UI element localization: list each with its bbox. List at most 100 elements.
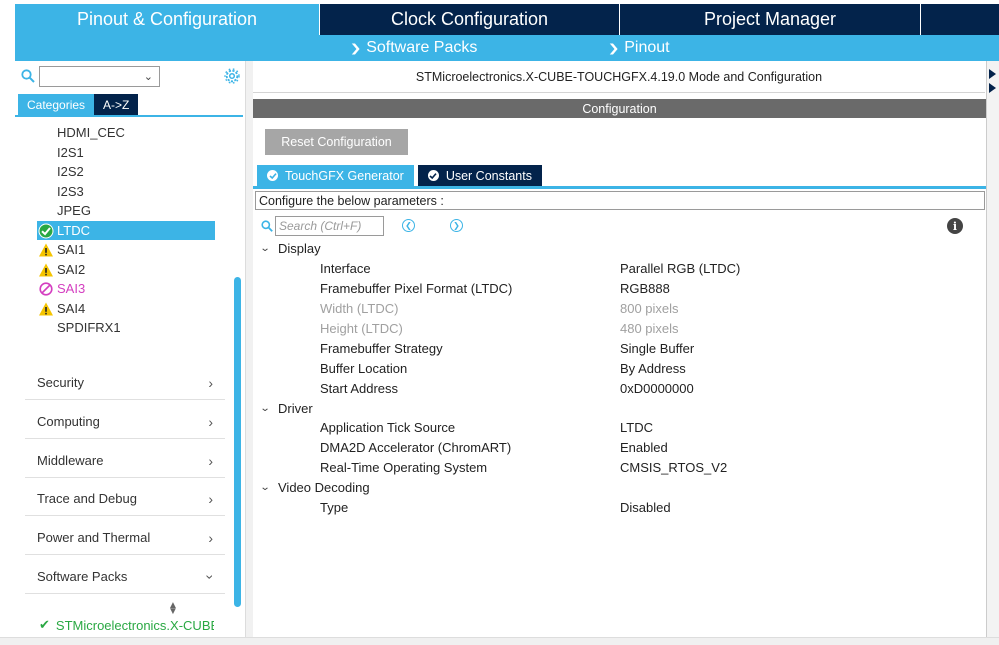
category-trace-and-debug[interactable]: Trace and Debug › xyxy=(25,482,225,516)
peripheral-label: SAI2 xyxy=(57,261,86,277)
software-packs-label: Software Packs xyxy=(366,39,478,56)
panel-splitter[interactable] xyxy=(245,61,253,637)
peripheral-item[interactable]: SPDIFRX1 xyxy=(37,318,215,338)
right-panel-edge xyxy=(986,61,999,637)
peripheral-item[interactable]: SAI3 xyxy=(37,279,215,299)
category-label: Middleware xyxy=(37,453,104,468)
parameter-group[interactable]: ⌄ Video Decoding xyxy=(253,478,986,498)
chevron-down-icon: › xyxy=(202,574,219,579)
tab-a-to-z[interactable]: A->Z xyxy=(94,94,139,115)
gear-icon[interactable] xyxy=(223,67,241,85)
category-label: Power and Thermal xyxy=(37,530,151,545)
previous-match-icon[interactable]: ❮ xyxy=(402,219,415,232)
parameter-value[interactable]: Single Buffer xyxy=(620,341,694,356)
tab-categories[interactable]: Categories xyxy=(18,94,95,115)
parameter-row[interactable]: Framebuffer Pixel Format (LTDC) RGB888 xyxy=(253,279,986,299)
parameter-name: Height (LTDC) xyxy=(320,321,403,336)
parameter-tree: ⌄ Display Interface Parallel RGB (LTDC) Fram… xyxy=(253,239,986,517)
peripheral-item[interactable]: I2S3 xyxy=(37,182,215,202)
next-match-icon[interactable]: ❯ xyxy=(450,219,463,232)
tab-pinout-configuration[interactable]: Pinout & Configuration xyxy=(15,4,319,35)
peripheral-item[interactable]: SAI4 xyxy=(37,299,215,319)
peripheral-item[interactable]: I2S2 xyxy=(37,162,215,182)
parameter-row[interactable]: Interface Parallel RGB (LTDC) xyxy=(253,259,986,279)
info-icon[interactable]: i xyxy=(947,218,963,234)
parameter-row[interactable]: Type Disabled xyxy=(253,498,986,518)
expand-arrow-icon[interactable] xyxy=(989,69,996,79)
parameter-value[interactable]: Enabled xyxy=(620,440,668,455)
peripheral-label: HDMI_CEC xyxy=(57,125,125,141)
tab-touchgfx-generator[interactable]: TouchGFX Generator xyxy=(257,165,414,186)
parameter-value[interactable]: Parallel RGB (LTDC) xyxy=(620,261,740,276)
chevron-down-icon: ❯ xyxy=(349,42,362,55)
parameter-value[interactable]: CMSIS_RTOS_V2 xyxy=(620,460,727,475)
peripheral-item[interactable]: I2S1 xyxy=(37,143,215,163)
parameter-name: DMA2D Accelerator (ChromART) xyxy=(320,440,512,456)
parameter-row: Height (LTDC) 480 pixels xyxy=(253,319,986,339)
chevron-down-icon[interactable]: ⌄ xyxy=(260,403,281,414)
parameter-row[interactable]: Buffer Location By Address xyxy=(253,358,986,378)
parameter-name: Framebuffer Strategy xyxy=(320,340,443,356)
tab-extra[interactable] xyxy=(921,4,999,35)
parameter-row[interactable]: DMA2D Accelerator (ChromART) Enabled xyxy=(253,438,986,458)
parameter-row[interactable]: Real-Time Operating System CMSIS_RTOS_V2 xyxy=(253,458,986,478)
parameter-search-input[interactable] xyxy=(275,216,384,236)
parameter-row[interactable]: Start Address 0xD0000000 xyxy=(253,378,986,398)
group-label: Driver xyxy=(278,400,313,416)
search-combo-box[interactable]: ⌄ xyxy=(39,66,160,87)
parameter-group[interactable]: ⌄ Display xyxy=(253,239,986,259)
chevron-right-icon: › xyxy=(208,374,213,391)
chevron-down-icon[interactable]: ⌄ xyxy=(260,482,281,493)
software-pack-label: STMicroelectronics.X-CUBE xyxy=(55,617,214,633)
search-icon[interactable] xyxy=(261,220,273,232)
warning-icon xyxy=(39,263,53,276)
tab-clock-configuration[interactable]: Clock Configuration xyxy=(320,4,619,35)
view-tabs: Categories A->Z xyxy=(18,94,139,115)
dropdown-caret-icon[interactable]: ⌄ xyxy=(144,70,153,83)
main-tab-bar: Pinout & Configuration Clock Configurati… xyxy=(0,0,999,35)
expand-arrow-icon[interactable] xyxy=(989,83,996,93)
category-power-and-thermal[interactable]: Power and Thermal › xyxy=(25,521,225,555)
configuration-title-bar: Configuration xyxy=(253,99,986,118)
peripheral-item[interactable]: SAI1 xyxy=(37,240,215,260)
category-middleware[interactable]: Middleware › xyxy=(25,444,225,478)
tab-user-constants[interactable]: User Constants xyxy=(417,165,542,186)
search-row: ⌄ xyxy=(15,61,245,91)
parameter-row[interactable]: Application Tick Source LTDC xyxy=(253,418,986,438)
stm32cubemx-window: Pinout & Configuration Clock Configurati… xyxy=(0,0,999,645)
pinout-menu[interactable]: ❯ Pinout xyxy=(607,35,670,61)
chevron-down-icon[interactable]: ⌄ xyxy=(260,243,281,254)
software-packs-menu[interactable]: ❯ Software Packs xyxy=(349,35,478,61)
parameter-group[interactable]: ⌄ Driver xyxy=(253,398,986,418)
configuration-tabs: TouchGFX Generator User Constants xyxy=(257,165,546,186)
category-computing[interactable]: Computing › xyxy=(25,405,225,439)
peripheral-item[interactable]: JPEG xyxy=(37,201,215,221)
left-scrollbar[interactable] xyxy=(234,277,241,607)
peripheral-list: HDMI_CEC I2S1 I2S2 I2S3 JPEG LTDC SAI1 SAI2 SAI3… xyxy=(37,123,215,338)
parameter-name: Buffer Location xyxy=(320,360,408,376)
parameter-value[interactable]: RGB888 xyxy=(620,281,670,296)
parameter-value[interactable]: LTDC xyxy=(620,420,653,435)
parameter-row[interactable]: Framebuffer Strategy Single Buffer xyxy=(253,338,986,358)
peripheral-label: SAI3 xyxy=(57,281,86,297)
peripheral-item[interactable]: SAI2 xyxy=(37,260,215,280)
chevron-down-icon: ❯ xyxy=(607,42,620,55)
peripheral-item[interactable]: HDMI_CEC xyxy=(37,123,215,143)
search-icon[interactable] xyxy=(21,69,35,83)
tab-label: TouchGFX Generator xyxy=(285,168,404,183)
category-security[interactable]: Security › xyxy=(25,366,225,400)
tab-project-manager[interactable]: Project Manager xyxy=(620,4,920,35)
chevron-right-icon: › xyxy=(208,529,213,546)
parameter-value[interactable]: 0xD0000000 xyxy=(620,381,694,396)
peripheral-label: I2S2 xyxy=(57,164,84,180)
peripheral-item[interactable]: LTDC xyxy=(37,220,215,240)
pinout-label: Pinout xyxy=(624,39,670,56)
parameter-value[interactable]: Disabled xyxy=(620,500,671,515)
software-pack-item[interactable]: ✔ STMicroelectronics.X-CUBE xyxy=(39,617,214,633)
view-tabs-underline xyxy=(15,115,243,117)
category-software-packs[interactable]: Software Packs › xyxy=(25,560,225,594)
parameter-name: Real-Time Operating System xyxy=(320,460,488,476)
parameter-value[interactable]: By Address xyxy=(620,361,686,376)
warning-icon xyxy=(39,243,53,257)
reset-configuration-button[interactable]: Reset Configuration xyxy=(265,129,408,155)
